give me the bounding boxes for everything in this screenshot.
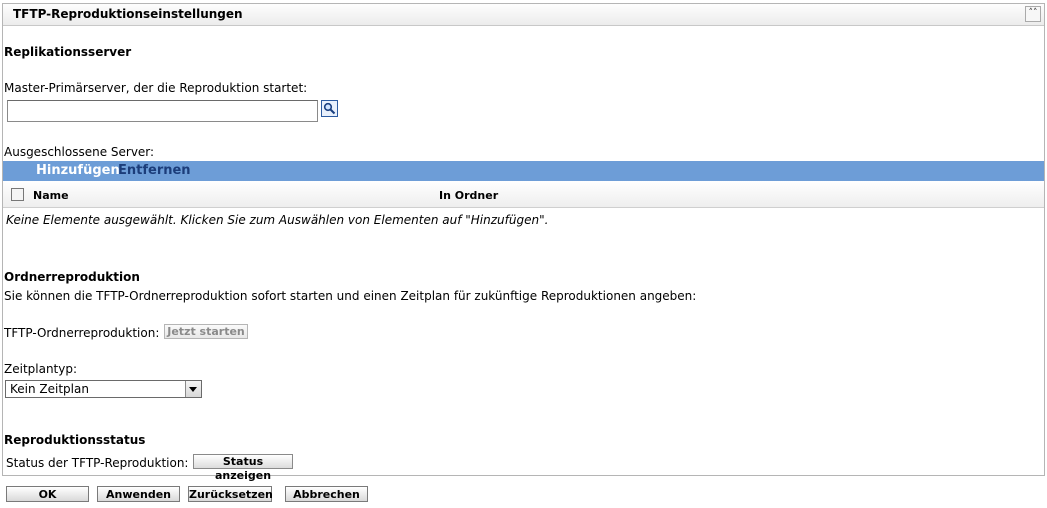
folder-replication-label: TFTP-Ordnerreproduktion: [4,326,160,340]
remove-button[interactable]: Entfernen [118,163,191,178]
folder-replication-section-title: Ordnerreproduktion [4,270,140,284]
cancel-button[interactable]: Abbrechen [285,486,368,502]
ok-button[interactable]: OK [6,486,89,502]
show-status-button[interactable]: Status anzeigen [193,454,293,482]
table-header: Name In Ordner [3,181,1044,208]
magnifier-icon[interactable] [321,100,338,117]
empty-table-message: Keine Elemente ausgewählt. Klicken Sie z… [6,213,549,227]
panel-title: TFTP-Reproduktionseinstellungen [13,7,243,21]
excluded-servers-toolbar: Hinzufügen Entfernen [3,161,1044,181]
folder-replication-description: Sie können die TFTP-Ordnerreproduktion s… [4,289,697,303]
apply-button[interactable]: Anwenden [97,486,180,502]
replication-section-title: Replikationsserver [4,45,132,59]
schedule-type-select[interactable]: Kein Zeitplan [5,380,202,398]
status-section-title: Reproduktionsstatus [4,433,146,447]
excluded-servers-label: Ausgeschlossene Server: [4,145,155,159]
schedule-type-value: Kein Zeitplan [10,382,89,396]
select-all-checkbox[interactable] [11,188,24,201]
master-server-input[interactable] [7,100,318,122]
start-now-button[interactable]: Jetzt starten [164,324,248,339]
master-server-label: Master-Primärserver, der die Reproduktio… [4,81,308,95]
reset-button[interactable]: Zurücksetzen [188,486,273,502]
schedule-type-label: Zeitplantyp: [4,362,78,376]
add-button[interactable]: Hinzufügen [36,163,120,178]
status-label: Status der TFTP-Reproduktion: [6,456,189,470]
double-chevron-up-icon[interactable]: ˄˄ [1025,6,1041,22]
tftp-replication-panel: TFTP-Reproduktionseinstellungen ˄˄ Repli… [2,3,1045,482]
column-header-name[interactable]: Name [33,189,69,202]
chevron-down-icon[interactable] [185,381,201,397]
column-header-in-folder[interactable]: In Ordner [439,189,498,202]
panel-header: TFTP-Reproduktionseinstellungen ˄˄ [3,4,1044,26]
